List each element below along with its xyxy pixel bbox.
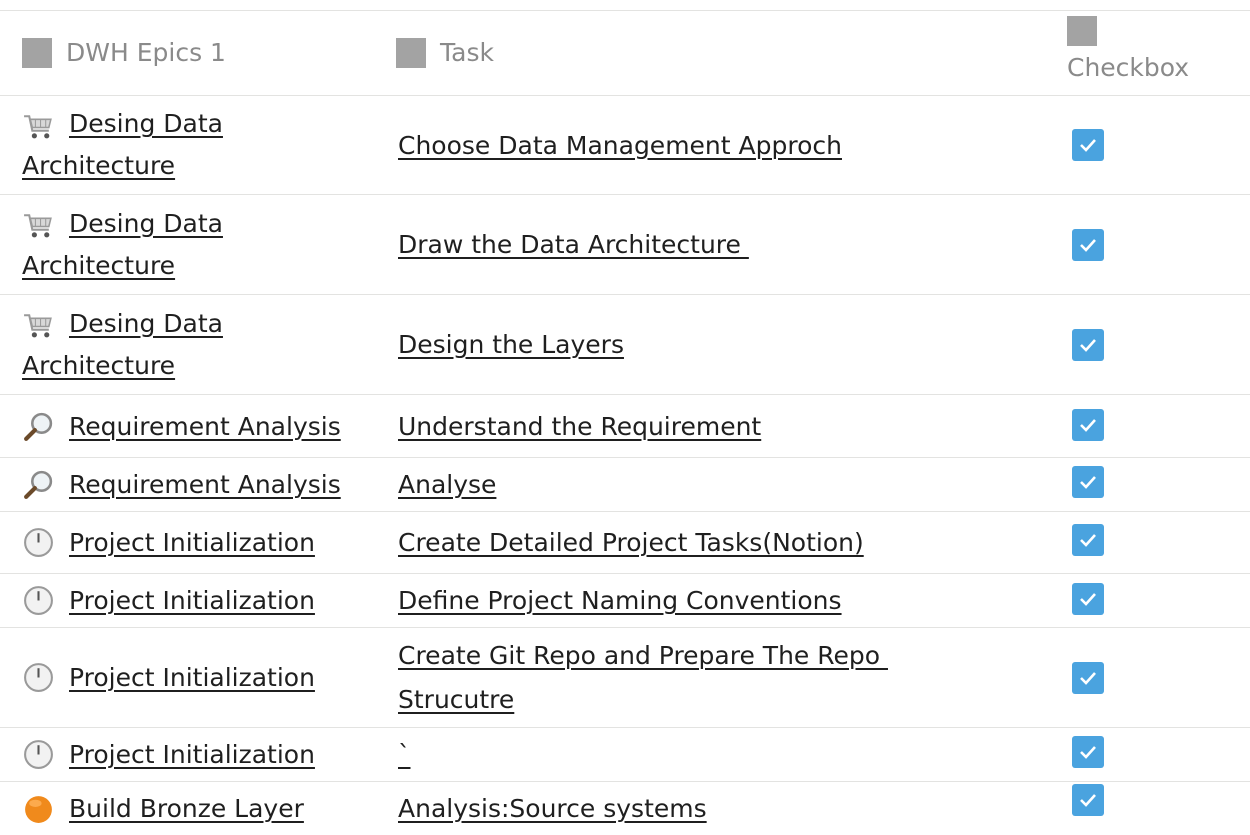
task-cell[interactable]: Create Detailed Project Tasks(Notion) [398,512,1038,573]
checkbox[interactable] [1072,784,1104,816]
checkmark-icon [1080,419,1096,432]
epic-link[interactable]: Desing Data [69,209,223,238]
task-link[interactable]: Define Project Naming Conventions [398,576,842,625]
epic-link[interactable]: Requirement Analysis [69,460,341,509]
epic-link[interactable]: Architecture [22,251,175,280]
epic-cell[interactable]: Project Initialization [22,628,372,727]
task-cell[interactable]: Draw the Data Architecture [398,195,1038,294]
checkbox-cell [1072,458,1104,511]
clock-icon [24,528,53,557]
epic-link[interactable]: Architecture [22,151,175,180]
checkbox[interactable] [1072,328,1104,361]
task-link[interactable]: Analysis:Source systems [398,784,707,833]
checkbox-cell [1072,295,1104,394]
epic-link[interactable]: Project Initialization [69,518,315,567]
task-cell[interactable]: Define Project Naming Conventions [398,574,1038,627]
shopping-cart-icon [24,114,52,138]
epic-cell[interactable]: Project Initialization [22,728,372,781]
checkbox[interactable] [1072,524,1104,556]
checkbox[interactable] [1072,228,1104,261]
checkmark-icon [1080,238,1096,252]
task-cell[interactable]: Design the Layers [398,295,1038,394]
checkbox[interactable] [1072,736,1104,768]
shopping-cart-icon [24,214,52,238]
epic-cell[interactable]: Requirement Analysis [22,458,372,511]
task-cell[interactable]: Choose Data Management Approch [398,96,1038,194]
task-link[interactable]: ` [398,730,411,779]
task-link[interactable]: Design the Layers [398,320,624,369]
checkbox[interactable] [1072,409,1104,441]
task-link[interactable]: Understand the Requirement [398,402,761,451]
epic-link[interactable]: Desing Data [69,309,223,338]
relation-property-icon [22,38,52,68]
checkmark-icon [1080,338,1096,352]
orange-circle-icon [25,796,52,823]
magnifying-glass-icon [24,470,53,499]
task-cell[interactable]: Understand the Requirement [398,395,1038,457]
row-divider [0,10,1250,11]
title-property-icon [396,38,426,68]
task-link[interactable]: Strucutre [398,685,514,714]
checkbox[interactable] [1072,129,1104,161]
checkmark-icon [1080,794,1096,807]
epic-link[interactable]: Project Initialization [69,730,315,779]
column-header-label: Checkbox [1067,53,1190,82]
checkbox[interactable] [1072,583,1104,615]
epic-cell[interactable]: Project Initialization [22,512,372,573]
checkbox-cell [1072,728,1104,781]
checkmark-icon [1080,476,1096,489]
epic-link[interactable]: Architecture [22,351,175,380]
checkbox-cell [1072,395,1104,457]
epic-cell[interactable]: Desing Data Architecture [22,195,372,294]
checkbox-cell [1072,195,1104,294]
epic-cell[interactable]: Desing Data Architecture [22,295,372,394]
task-cell[interactable]: ` [398,728,1038,781]
checkmark-icon [1080,139,1096,152]
checkbox-cell [1072,512,1104,573]
epic-cell[interactable]: Requirement Analysis [22,395,372,457]
task-link[interactable]: Choose Data Management Approch [398,121,842,170]
checkbox-property-icon [1067,16,1097,46]
epic-link[interactable]: Build Bronze Layer [69,784,304,833]
checkmark-icon [1080,593,1096,606]
task-cell[interactable]: Create Git Repo and Prepare The Repo Str… [398,628,1038,727]
checkmark-icon [1080,534,1096,547]
epic-cell[interactable]: Build Bronze Layer [22,782,372,835]
epic-link[interactable]: Project Initialization [69,576,315,625]
clock-icon [24,740,53,769]
magnifying-glass-icon [24,412,53,441]
checkmark-icon [1080,746,1096,759]
column-header-label: DWH Epics 1 [66,38,226,67]
epic-cell[interactable]: Project Initialization [22,574,372,627]
task-link[interactable]: Draw the Data Architecture [398,220,749,269]
checkbox-cell [1072,96,1104,194]
task-cell[interactable]: Analysis:Source systems [398,782,1038,835]
checkbox[interactable] [1072,661,1104,694]
shopping-cart-icon [24,314,52,338]
epic-link[interactable]: Project Initialization [69,653,315,702]
epic-cell[interactable]: Desing Data Architecture [22,96,372,194]
checkbox-cell [1072,782,1104,835]
clock-icon [24,586,53,615]
task-cell[interactable]: Analyse [398,458,1038,511]
checkbox-cell [1072,574,1104,627]
checkbox-cell [1072,628,1104,727]
task-link[interactable]: Create Git Repo and Prepare The Repo [398,641,888,670]
task-link[interactable]: Analyse [398,460,496,509]
checkbox[interactable] [1072,466,1104,498]
task-link[interactable]: Create Detailed Project Tasks(Notion) [398,518,864,567]
column-header-label: Task [440,38,494,67]
epic-link[interactable]: Requirement Analysis [69,402,341,451]
clock-icon [24,663,53,692]
epic-link[interactable]: Desing Data [69,109,223,138]
checkmark-icon [1080,671,1096,685]
